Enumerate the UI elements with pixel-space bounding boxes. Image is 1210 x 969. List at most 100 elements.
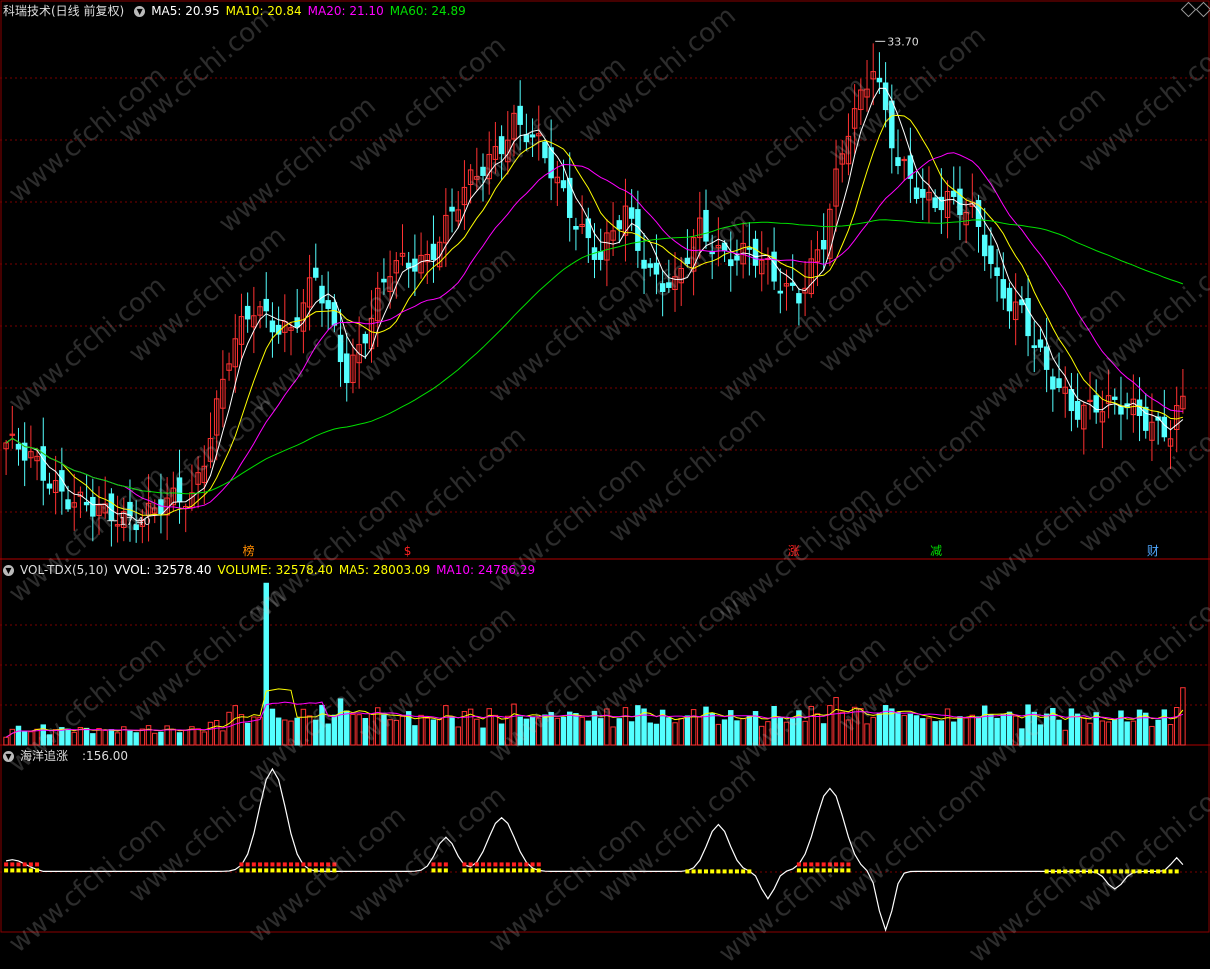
volume-bar xyxy=(783,721,790,746)
volume-bar xyxy=(585,720,592,746)
candle-body xyxy=(777,290,784,294)
volume-bar xyxy=(1006,711,1013,746)
candle-body xyxy=(653,262,660,275)
volume-bar xyxy=(666,717,672,746)
volume-bar xyxy=(71,731,77,746)
indicator-mark xyxy=(301,868,306,873)
volume-panel[interactable] xyxy=(3,582,1186,746)
indicator-mark xyxy=(524,862,529,867)
candle-body xyxy=(1037,339,1044,348)
candle-body xyxy=(158,499,164,515)
candle-body xyxy=(108,493,115,522)
indicator-mark xyxy=(258,868,263,873)
candle-body xyxy=(703,209,709,242)
volume-bar xyxy=(436,719,443,746)
indicator-mark xyxy=(251,862,256,867)
volume-bar xyxy=(721,719,728,746)
indicator-mark xyxy=(846,868,851,873)
indicator-mark xyxy=(840,868,845,873)
volume-bar xyxy=(789,718,796,746)
chevron-down-icon[interactable]: ▼ xyxy=(3,565,14,576)
volume-bar xyxy=(734,720,740,746)
volume-bar xyxy=(771,705,777,746)
volume-bar xyxy=(864,723,870,746)
volume-bar xyxy=(313,719,319,746)
volume-bar xyxy=(350,713,356,746)
chevron-down-icon[interactable]: ▼ xyxy=(134,6,146,17)
indicator-mark xyxy=(518,868,523,873)
signal-label-0: 榜 xyxy=(242,544,255,558)
candle-body xyxy=(1074,401,1081,420)
volume-bar xyxy=(108,729,115,746)
indicator-mark xyxy=(443,862,448,867)
volume-bar xyxy=(845,719,852,746)
candle-body xyxy=(269,320,276,333)
volume-bar xyxy=(52,729,59,746)
candle-body xyxy=(920,188,926,198)
volume-bar xyxy=(573,713,579,746)
indicator-mark xyxy=(722,869,727,874)
indicator-mark xyxy=(28,862,33,867)
candle-body xyxy=(517,105,523,125)
volume-bar xyxy=(158,731,164,746)
volume-bar xyxy=(1037,724,1044,746)
candle-body xyxy=(616,220,623,230)
indicator-mark xyxy=(326,868,331,873)
candle-body xyxy=(1112,396,1118,400)
candle-body xyxy=(895,157,901,167)
indicator-mark xyxy=(468,862,473,867)
price-panel[interactable]: 33.70 17.40 xyxy=(3,35,1186,547)
volume-bar xyxy=(820,723,827,746)
volume-bar xyxy=(895,712,901,746)
candle-body xyxy=(1068,389,1075,412)
indicator-mark xyxy=(251,868,256,873)
indicator-mark xyxy=(462,868,467,873)
candle-body xyxy=(796,293,802,304)
indicator-mark xyxy=(289,868,294,873)
volume-bar xyxy=(133,732,139,746)
candle-body xyxy=(90,496,96,517)
volume-bar xyxy=(1118,710,1124,746)
indicator-mark xyxy=(821,862,826,867)
indicator-mark xyxy=(1094,869,1099,874)
volume-bar xyxy=(300,708,307,746)
indicator-mark xyxy=(1100,869,1105,874)
indicator-mark xyxy=(474,868,479,873)
indicator-mark xyxy=(481,862,486,867)
candle-body xyxy=(523,134,530,143)
volume-bar xyxy=(932,721,938,746)
volume-bar xyxy=(430,719,437,746)
indicator-mark xyxy=(1112,869,1117,874)
signal-label-2: 涨 xyxy=(787,544,800,558)
candle-body xyxy=(988,245,994,265)
indicator-mark xyxy=(437,862,442,867)
indicator-panel[interactable] xyxy=(4,767,1184,932)
volume-bar xyxy=(1180,687,1186,746)
indicator-mark xyxy=(258,862,263,867)
chevron-down-icon[interactable]: ▼ xyxy=(3,751,14,762)
indicator-mark xyxy=(276,868,281,873)
candle-body xyxy=(344,353,350,384)
volume-bar xyxy=(399,715,406,746)
volume-bar xyxy=(944,708,951,746)
indicator-mark xyxy=(22,868,27,873)
indicator-mark xyxy=(697,869,702,874)
indicator-mark xyxy=(282,862,287,867)
indicator-mark xyxy=(474,862,479,867)
candle-body xyxy=(1043,346,1050,370)
volume-bar xyxy=(957,716,963,746)
volume-bar xyxy=(282,719,288,746)
extreme-label: 17.40 xyxy=(119,515,151,528)
indicator-mark xyxy=(468,868,473,873)
indicator-mark xyxy=(691,869,696,874)
indicator-mark xyxy=(245,862,250,867)
stock-chart[interactable]: 33.70 17.40 xyxy=(0,0,1210,933)
candle-body xyxy=(15,443,22,450)
indicator-mark xyxy=(530,868,535,873)
indicator-mark xyxy=(716,869,721,874)
volume-bar xyxy=(96,728,102,746)
volume-bar xyxy=(579,716,585,746)
volume-bar xyxy=(511,703,517,746)
indicator-mark xyxy=(747,869,752,874)
indicator-mark xyxy=(270,868,275,873)
